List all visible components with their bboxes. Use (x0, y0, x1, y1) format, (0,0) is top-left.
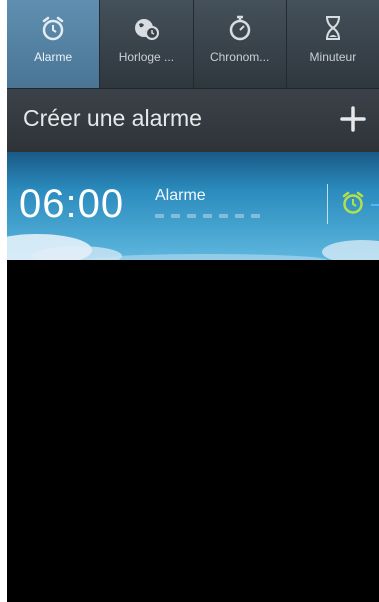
alarm-name: Alarme (155, 187, 206, 204)
tab-label-horloge: Horloge ... (118, 50, 175, 64)
tab-label-minuteur: Minuteur (309, 50, 357, 64)
alarm-day-mark (171, 214, 180, 218)
tab-horloge[interactable]: Horloge ... (100, 0, 194, 88)
alarm-clock-icon (42, 16, 64, 41)
divider (327, 184, 328, 224)
alarm-day-mark (235, 214, 244, 218)
tab-bar: Alarme Horloge ... Chronom... Minuteur (7, 0, 379, 88)
tab-chronometre[interactable]: Chronom... (194, 0, 287, 88)
alarm-day-mark (251, 214, 260, 218)
callout-pointer (371, 204, 379, 206)
alarm-day-mark (155, 214, 164, 218)
alarm-day-mark (219, 214, 228, 218)
alarm-time: 06:00 (19, 182, 125, 226)
hourglass-icon (325, 16, 340, 40)
screen: Alarme Horloge ... Chronom... Minuteur C… (7, 0, 379, 602)
alarm-repeat-days (155, 214, 260, 218)
world-clock-icon (135, 19, 160, 40)
tab-alarme[interactable]: Alarme (7, 0, 101, 88)
tab-label-chronometre: Chronom... (209, 50, 270, 64)
alarm-toggle-icon[interactable] (337, 186, 369, 218)
alarm-day-mark (187, 214, 196, 218)
create-alarm-label: Créer une alarme (23, 105, 202, 131)
tab-label-alarme: Alarme (34, 50, 73, 64)
plus-icon[interactable] (337, 103, 369, 135)
alarm-item[interactable]: 06:00 Alarme (7, 152, 379, 260)
create-alarm-row[interactable]: Créer une alarme (7, 88, 379, 152)
tab-minuteur[interactable]: Minuteur (287, 0, 379, 88)
stopwatch-icon (229, 15, 250, 41)
alarm-day-mark (203, 214, 212, 218)
